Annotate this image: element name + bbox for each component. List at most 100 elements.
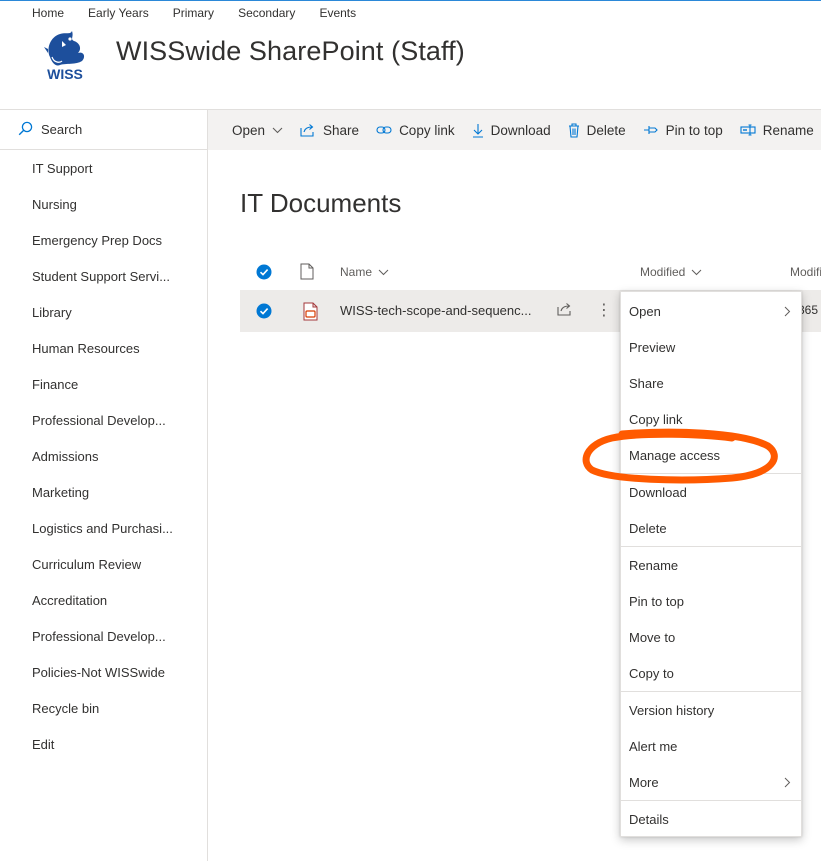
nav-item-logistics-and-purchasing[interactable]: Logistics and Purchasi...: [32, 520, 173, 556]
open-label: Open: [232, 122, 266, 138]
search-label: Search: [41, 122, 83, 137]
nav-item-it-support[interactable]: IT Support: [32, 160, 173, 196]
nav-item-student-support-services[interactable]: Student Support Servi...: [32, 268, 173, 304]
menu-item-download[interactable]: Download: [621, 474, 801, 510]
menu-item-label: Pin to top: [629, 593, 684, 609]
menu-item-label: Delete: [629, 520, 667, 536]
library-title: IT Documents: [240, 188, 402, 218]
copy-link-label: Copy link: [399, 122, 455, 138]
chevron-down-icon: [378, 265, 389, 279]
menu-item-label: Alert me: [629, 738, 678, 754]
topnav-early-years[interactable]: Early Years: [88, 6, 149, 20]
menu-item-label: More: [629, 774, 659, 790]
pdf-file-icon: [302, 302, 319, 326]
menu-item-details[interactable]: Details: [621, 801, 801, 837]
logo-text: WISS: [47, 66, 83, 82]
topnav-primary[interactable]: Primary: [173, 6, 214, 20]
menu-item-more[interactable]: More: [621, 764, 801, 800]
rename-label: Rename: [762, 122, 814, 138]
menu-item-label: Manage access: [629, 447, 721, 463]
menu-item-pin-to-top[interactable]: Pin to top: [621, 583, 801, 619]
pin-to-top-label: Pin to top: [665, 122, 723, 138]
menu-item-preview[interactable]: Preview: [621, 329, 801, 365]
delete-label: Delete: [586, 122, 626, 138]
chevron-right-icon: [784, 305, 791, 320]
download-button[interactable]: Download: [472, 123, 551, 138]
modified-by-column-header[interactable]: Modifi: [790, 265, 821, 279]
download-icon: [472, 123, 484, 138]
menu-item-label: Version history: [629, 702, 715, 718]
more-options-icon[interactable]: ⋮: [596, 300, 612, 320]
share-button[interactable]: Share: [300, 123, 359, 138]
menu-item-label: Download: [629, 484, 687, 500]
menu-item-share[interactable]: Share: [621, 365, 801, 401]
topnav-home[interactable]: Home: [32, 6, 64, 20]
chevron-down-icon: [272, 127, 283, 134]
share-icon: [300, 123, 316, 137]
nav-list: IT Support Nursing Emergency Prep Docs S…: [32, 160, 173, 772]
nav-item-nursing[interactable]: Nursing: [32, 196, 173, 232]
menu-item-label: Open: [629, 303, 661, 319]
file-type-header-icon[interactable]: [300, 263, 314, 283]
menu-item-manage-access[interactable]: Manage access: [621, 437, 801, 473]
select-all-checkbox[interactable]: [256, 264, 272, 283]
menu-item-label: Rename: [629, 557, 679, 573]
menu-item-label: Copy to: [629, 665, 674, 681]
menu-item-label: Copy link: [629, 411, 683, 427]
site-title[interactable]: WISSwide SharePoint (Staff): [116, 36, 465, 67]
trash-icon: [568, 122, 580, 138]
row-checkbox[interactable]: [256, 303, 272, 324]
chevron-right-icon: [784, 776, 791, 791]
menu-item-rename[interactable]: Rename: [621, 547, 801, 583]
delete-button[interactable]: Delete: [568, 123, 626, 138]
menu-item-label: Details: [629, 811, 669, 827]
nav-item-admissions[interactable]: Admissions: [32, 448, 173, 484]
nav-item-professional-development-2[interactable]: Professional Develop...: [32, 628, 173, 664]
file-name[interactable]: WISS-tech-scope-and-sequenc...: [340, 303, 531, 318]
nav-item-accreditation[interactable]: Accreditation: [32, 592, 173, 628]
menu-item-version-history[interactable]: Version history: [621, 692, 801, 728]
modified-column-header[interactable]: Modified: [640, 265, 702, 279]
search-box[interactable]: Search: [0, 110, 207, 150]
nav-item-finance[interactable]: Finance: [32, 376, 173, 412]
nav-item-marketing[interactable]: Marketing: [32, 484, 173, 520]
menu-item-copy-to[interactable]: Copy to: [621, 655, 801, 691]
nav-item-policies-not-wisswide[interactable]: Policies-Not WISSwide: [32, 664, 173, 700]
chevron-down-icon: [691, 265, 702, 279]
menu-item-label: Move to: [629, 629, 676, 645]
menu-item-copy-link[interactable]: Copy link: [621, 401, 801, 437]
top-navigation: Home Early Years Primary Secondary Event…: [32, 6, 380, 20]
menu-item-delete[interactable]: Delete: [621, 510, 801, 546]
menu-item-label: Share: [629, 375, 664, 391]
download-label: Download: [490, 122, 551, 138]
pin-icon: [643, 124, 659, 136]
share-label: Share: [323, 122, 360, 138]
nav-item-professional-development-1[interactable]: Professional Develop...: [32, 412, 173, 448]
context-menu: Open Preview Share Copy link Manage acce…: [620, 291, 802, 837]
modified-column-label: Modified: [640, 265, 686, 279]
site-logo[interactable]: WISS: [40, 27, 90, 83]
nav-item-recycle-bin[interactable]: Recycle bin: [32, 700, 173, 736]
copy-link-button[interactable]: Copy link: [376, 123, 455, 138]
topnav-secondary[interactable]: Secondary: [238, 6, 295, 20]
menu-item-label: Preview: [629, 339, 676, 355]
pin-to-top-button[interactable]: Pin to top: [643, 123, 723, 138]
rename-icon: [740, 124, 756, 136]
open-button[interactable]: Open: [232, 123, 283, 138]
menu-item-move-to[interactable]: Move to: [621, 619, 801, 655]
nav-item-library[interactable]: Library: [32, 304, 173, 340]
search-icon: [18, 121, 41, 139]
nav-item-emergency-prep-docs[interactable]: Emergency Prep Docs: [32, 232, 173, 268]
name-column-header[interactable]: Name: [340, 265, 389, 279]
menu-item-open[interactable]: Open: [621, 293, 801, 329]
nav-item-curriculum-review[interactable]: Curriculum Review: [32, 556, 173, 592]
topnav-events[interactable]: Events: [319, 6, 356, 20]
share-icon[interactable]: [557, 302, 573, 321]
nav-item-edit[interactable]: Edit: [32, 736, 173, 772]
rename-button[interactable]: Rename: [740, 123, 814, 138]
command-bar: Open Share Copy link Download Delete Pin…: [208, 110, 821, 150]
nav-item-human-resources[interactable]: Human Resources: [32, 340, 173, 376]
name-column-label: Name: [340, 265, 373, 279]
list-header: Name Modified Modifi: [240, 256, 821, 288]
menu-item-alert-me[interactable]: Alert me: [621, 728, 801, 764]
